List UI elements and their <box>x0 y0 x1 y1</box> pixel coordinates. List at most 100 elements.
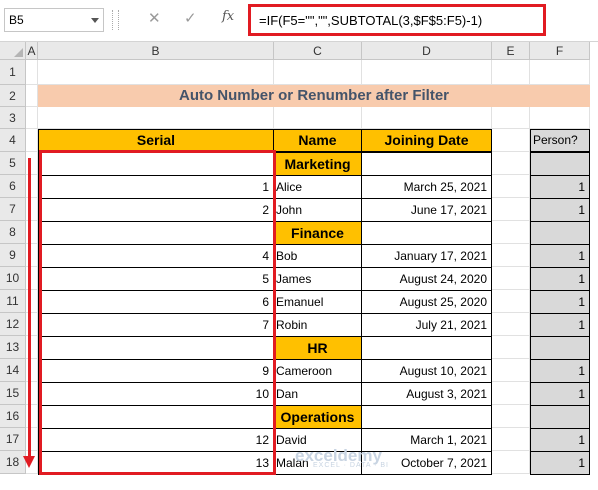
column-header-c[interactable]: C <box>274 42 362 60</box>
department-cell[interactable]: Marketing <box>273 152 362 176</box>
name-cell[interactable]: Alice <box>273 175 362 199</box>
grid-cell[interactable] <box>274 60 362 85</box>
joining-date-cell[interactable]: March 25, 2021 <box>361 175 492 199</box>
row-header[interactable]: 7 <box>0 198 26 221</box>
grid-cell[interactable] <box>492 359 530 382</box>
fx-icon[interactable]: fx <box>222 9 234 24</box>
person-flag-cell[interactable]: 1 <box>530 267 590 291</box>
joining-date-cell[interactable] <box>361 152 492 176</box>
row-header[interactable]: 1 <box>0 60 26 85</box>
grid-cell[interactable] <box>492 336 530 359</box>
grid-cell[interactable] <box>530 60 590 85</box>
person-flag-cell[interactable]: 1 <box>530 382 590 406</box>
person-flag-cell[interactable]: 1 <box>530 198 590 222</box>
row-header[interactable]: 13 <box>0 336 26 359</box>
chevron-down-icon[interactable] <box>91 18 99 23</box>
row-header[interactable]: 3 <box>0 107 26 129</box>
column-header-e[interactable]: E <box>492 42 530 60</box>
person-flag-cell[interactable]: 1 <box>530 290 590 314</box>
check-icon[interactable]: ✓ <box>184 9 197 27</box>
joining-date-cell[interactable]: August 3, 2021 <box>361 382 492 406</box>
grid-cell[interactable] <box>492 313 530 336</box>
person-flag-cell[interactable]: 1 <box>530 451 590 475</box>
formula-input[interactable]: =IF(F5="","",SUBTOTAL(3,$F$5:F5)-1) <box>248 4 546 36</box>
close-icon[interactable]: ✕ <box>148 9 161 27</box>
person-flag-cell[interactable] <box>530 152 590 176</box>
department-cell[interactable]: Finance <box>273 221 362 245</box>
grid-cell[interactable] <box>492 107 530 129</box>
name-cell[interactable]: Emanuel <box>273 290 362 314</box>
column-header-d[interactable]: D <box>362 42 492 60</box>
row-header[interactable]: 10 <box>0 267 26 290</box>
grid-cell[interactable] <box>362 107 492 129</box>
row-header[interactable]: 17 <box>0 428 26 451</box>
row-header[interactable]: 2 <box>0 85 26 107</box>
row-header[interactable]: 5 <box>0 152 26 175</box>
row-header[interactable]: 12 <box>0 313 26 336</box>
person-flag-cell[interactable] <box>530 221 590 245</box>
joining-date-cell[interactable]: August 24, 2020 <box>361 267 492 291</box>
grid-cell[interactable] <box>492 129 530 152</box>
grid-cell[interactable] <box>492 60 530 85</box>
grid-cell[interactable] <box>492 451 530 474</box>
person-flag-cell[interactable]: 1 <box>530 359 590 383</box>
row-header[interactable]: 8 <box>0 221 26 244</box>
grid-cell[interactable] <box>530 107 590 129</box>
joining-date-cell[interactable] <box>361 405 492 429</box>
name-cell[interactable]: James <box>273 267 362 291</box>
name-box[interactable]: B5 <box>4 8 104 32</box>
grid-cell[interactable] <box>38 107 274 129</box>
grid-cell[interactable] <box>492 244 530 267</box>
grid-cell[interactable] <box>26 60 38 85</box>
row-header[interactable]: 15 <box>0 382 26 405</box>
person-flag-cell[interactable]: 1 <box>530 175 590 199</box>
row-header[interactable]: 4 <box>0 129 26 152</box>
name-cell[interactable]: Dan <box>273 382 362 406</box>
joining-date-cell[interactable]: July 21, 2021 <box>361 313 492 337</box>
row-header[interactable]: 11 <box>0 290 26 313</box>
column-header-f[interactable]: F <box>530 42 590 60</box>
joining-date-cell[interactable]: August 10, 2021 <box>361 359 492 383</box>
grid-cell[interactable] <box>492 405 530 428</box>
column-header-a[interactable]: A <box>26 42 38 60</box>
department-cell[interactable]: Operations <box>273 405 362 429</box>
grid-cell[interactable] <box>38 60 274 85</box>
header-name[interactable]: Name <box>273 129 362 152</box>
row-header[interactable]: 6 <box>0 175 26 198</box>
header-person[interactable]: Person? <box>530 129 590 152</box>
row-header[interactable]: 9 <box>0 244 26 267</box>
person-flag-cell[interactable]: 1 <box>530 313 590 337</box>
grid-cell[interactable] <box>492 428 530 451</box>
grid-cell[interactable] <box>26 129 38 152</box>
grid-cell[interactable] <box>492 267 530 290</box>
grid-cell[interactable] <box>362 60 492 85</box>
select-all-corner[interactable] <box>0 42 26 60</box>
grid-cell[interactable] <box>492 382 530 405</box>
department-cell[interactable]: HR <box>273 336 362 360</box>
row-header[interactable]: 14 <box>0 359 26 382</box>
column-header-b[interactable]: B <box>38 42 274 60</box>
joining-date-cell[interactable] <box>361 221 492 245</box>
header-serial[interactable]: Serial <box>38 129 274 152</box>
name-cell[interactable]: John <box>273 198 362 222</box>
row-header[interactable]: 16 <box>0 405 26 428</box>
person-flag-cell[interactable] <box>530 336 590 360</box>
grid-cell[interactable] <box>274 107 362 129</box>
name-cell[interactable]: Cameroon <box>273 359 362 383</box>
joining-date-cell[interactable] <box>361 336 492 360</box>
grid-cell[interactable] <box>26 85 38 107</box>
joining-date-cell[interactable]: August 25, 2020 <box>361 290 492 314</box>
grid-cell[interactable] <box>492 175 530 198</box>
person-flag-cell[interactable] <box>530 405 590 429</box>
person-flag-cell[interactable]: 1 <box>530 244 590 268</box>
joining-date-cell[interactable]: January 17, 2021 <box>361 244 492 268</box>
grid-cell[interactable] <box>492 198 530 221</box>
name-cell[interactable]: Bob <box>273 244 362 268</box>
grid-cell[interactable] <box>492 290 530 313</box>
header-joining-date[interactable]: Joining Date <box>361 129 492 152</box>
grid-cell[interactable] <box>492 221 530 244</box>
person-flag-cell[interactable]: 1 <box>530 428 590 452</box>
grid-cell[interactable] <box>492 152 530 175</box>
name-cell[interactable]: Robin <box>273 313 362 337</box>
grid-cell[interactable] <box>26 107 38 129</box>
